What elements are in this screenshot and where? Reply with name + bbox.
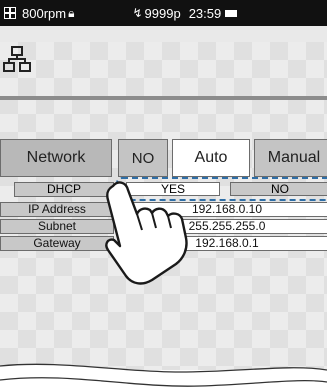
dhcp-label: DHCP xyxy=(14,182,114,197)
menu-grid-icon xyxy=(4,7,16,19)
pulse-count: 9999p xyxy=(144,5,181,21)
mode-no-button[interactable]: NO xyxy=(118,139,168,177)
gateway-value[interactable]: 192.168.0.1 xyxy=(120,236,327,251)
dhcp-yes-option[interactable]: YES xyxy=(126,182,220,196)
ip-address-label: IP Address xyxy=(0,202,114,217)
mode-auto-button[interactable]: Auto xyxy=(172,139,250,177)
subnet-row: Subnet 255.255.255.0 xyxy=(0,219,327,234)
divider xyxy=(0,96,327,100)
subnet-label: Subnet xyxy=(0,219,114,234)
status-bar: 800rpm 🔒︎ ↯ 9999p 23:59 xyxy=(0,0,327,26)
lock-icon: 🔒︎ xyxy=(68,5,75,20)
gateway-label: Gateway xyxy=(0,236,114,251)
network-icon xyxy=(3,46,31,72)
pulse-icon: ↯ xyxy=(132,6,143,20)
mode-manual-button[interactable]: Manual xyxy=(254,139,327,177)
device-screen: 800rpm 🔒︎ ↯ 9999p 23:59 Network NO Auto … xyxy=(0,0,327,370)
rpm-readout: 800rpm xyxy=(22,5,67,21)
subnet-value[interactable]: 255.255.255.0 xyxy=(120,219,327,234)
ip-address-value[interactable]: 192.168.0.10 xyxy=(120,202,327,217)
clock: 23:59 xyxy=(188,5,222,21)
ip-address-row: IP Address 192.168.0.10 xyxy=(0,202,327,217)
network-category-button[interactable]: Network xyxy=(0,139,112,177)
dhcp-no-option[interactable]: NO xyxy=(230,182,327,196)
battery-icon xyxy=(225,9,238,17)
gateway-row: Gateway 192.168.0.1 xyxy=(0,236,327,251)
